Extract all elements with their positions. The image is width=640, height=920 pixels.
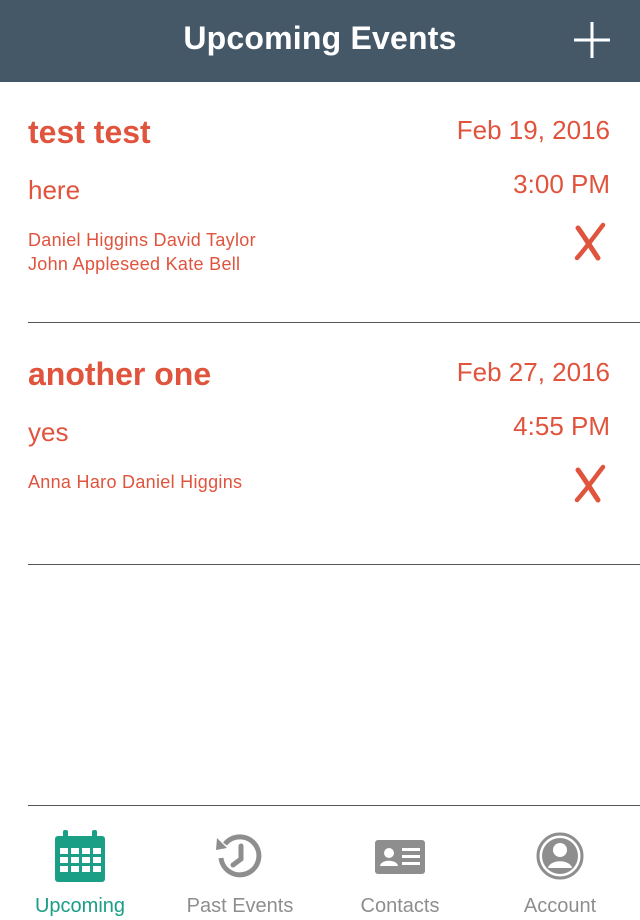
- attendees-line: John Appleseed Kate Bell: [28, 254, 241, 274]
- delete-event-button[interactable]: [572, 222, 608, 262]
- event-date: Feb 19, 2016: [456, 115, 610, 145]
- event-attendees: Daniel Higgins David Taylor John Applese…: [28, 228, 388, 276]
- tab-past-events[interactable]: Past Events: [160, 806, 320, 920]
- x-mark-icon: [574, 222, 606, 261]
- add-event-button[interactable]: [572, 20, 612, 60]
- contact-card-icon: [373, 828, 427, 884]
- tab-label: Upcoming: [34, 895, 126, 917]
- tab-account[interactable]: Account: [480, 806, 640, 920]
- event-row[interactable]: another one yes Anna Haro Daniel Higgins…: [0, 324, 640, 564]
- delete-event-button[interactable]: [572, 464, 608, 504]
- tab-label: Contacts: [360, 895, 440, 917]
- row-divider: [28, 564, 640, 565]
- history-icon: [213, 828, 267, 884]
- row-divider: [28, 322, 640, 323]
- event-location: yes: [28, 417, 69, 447]
- attendees-line: Daniel Higgins David Taylor: [28, 230, 256, 250]
- attendees-line: Anna Haro Daniel Higgins: [28, 472, 243, 492]
- event-title: another one: [28, 356, 212, 392]
- tab-bar: Upcoming Past Events Contacts Account: [0, 806, 640, 920]
- tab-contacts[interactable]: Contacts: [320, 806, 480, 920]
- tab-label: Account: [523, 895, 597, 917]
- tab-label: Past Events: [186, 895, 294, 917]
- navigation-bar: Upcoming Events: [0, 0, 640, 82]
- x-mark-icon: [574, 464, 606, 503]
- tab-upcoming[interactable]: Upcoming: [0, 806, 160, 920]
- user-circle-icon: [533, 828, 587, 884]
- event-row[interactable]: test test here Daniel Higgins David Tayl…: [0, 82, 640, 322]
- event-attendees: Anna Haro Daniel Higgins: [28, 470, 388, 494]
- event-time: 4:55 PM: [513, 411, 610, 441]
- page-title: Upcoming Events: [183, 20, 457, 56]
- event-date: Feb 27, 2016: [456, 357, 610, 387]
- event-location: here: [28, 175, 81, 205]
- plus-icon: [574, 22, 610, 58]
- calendar-icon: [53, 828, 107, 884]
- upcoming-events-screen: Upcoming Events test test here Daniel Hi…: [0, 0, 640, 920]
- event-time: 3:00 PM: [513, 169, 610, 199]
- event-title: test test: [28, 114, 151, 150]
